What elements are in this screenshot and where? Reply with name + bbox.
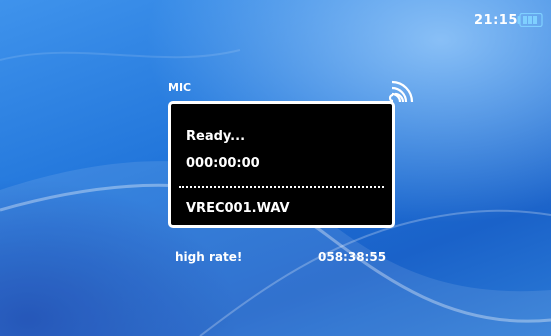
battery-icon [517,13,543,27]
elapsed-time: 000:00:00 [186,156,260,171]
quality-label: high rate! [175,250,243,264]
recorder-status: Ready... [186,129,246,144]
recorder-screen: 21:15 MIC Ready... 000:00:00 VREC001.WAV… [0,0,551,336]
input-source-label: MIC [168,81,192,94]
recorder-panel: Ready... 000:00:00 VREC001.WAV [168,101,395,228]
panel-divider [179,186,384,188]
clock-time: 21:15 [474,13,518,28]
recording-filename: VREC001.WAV [186,201,290,216]
remaining-time: 058:38:55 [318,250,387,264]
